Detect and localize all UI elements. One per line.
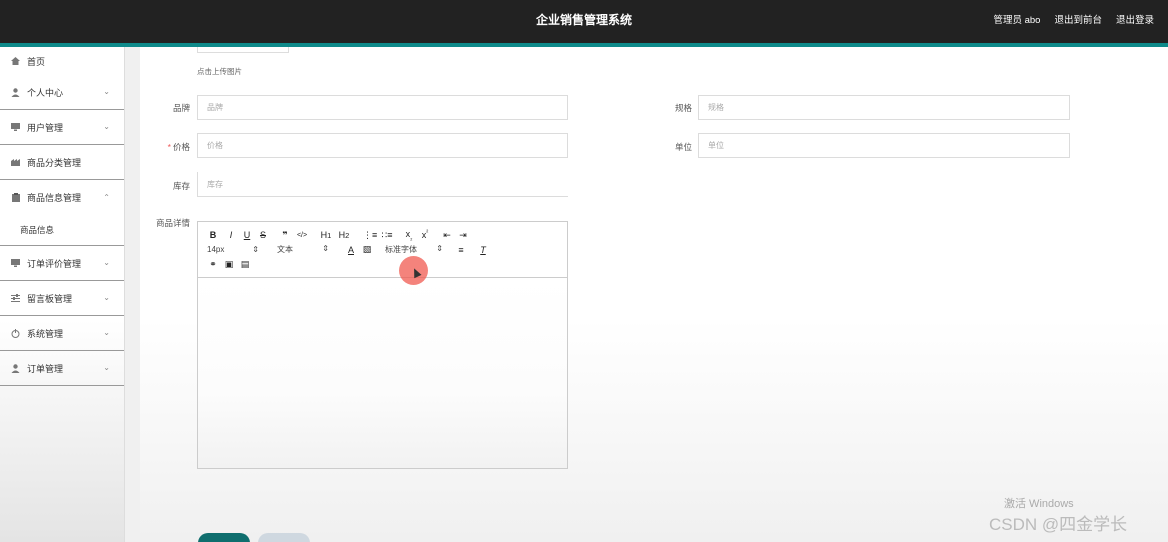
back-to-front-link[interactable]: 退出到前台 xyxy=(1054,12,1102,26)
sidebar-item-label: 订单管理 xyxy=(27,363,64,374)
italic-icon[interactable]: I xyxy=(225,230,237,240)
subscript-icon[interactable]: x₂ xyxy=(403,229,415,242)
unit-label: 单位 xyxy=(674,142,692,152)
font-color-icon[interactable]: A xyxy=(345,245,357,255)
details-label: 商品详情 xyxy=(155,218,190,228)
required-mark: * xyxy=(167,142,171,152)
sidebar-item-users[interactable]: 用户管理 ⌄ xyxy=(0,110,124,145)
sidebar-item-order-review[interactable]: 订单评价管理 ⌄ xyxy=(0,246,124,281)
sidebar-item-label: 商品信息管理 xyxy=(27,193,82,203)
image-icon[interactable]: ▣ xyxy=(223,259,235,270)
chevron-down-icon: ⌄ xyxy=(103,122,110,132)
background-color-icon[interactable]: ▧ xyxy=(361,244,373,255)
editor-body[interactable] xyxy=(198,278,567,468)
superscript-icon[interactable]: x² xyxy=(419,230,431,240)
chevron-down-icon: ⌄ xyxy=(103,293,110,303)
csdn-watermark: CSDN @四金学长 xyxy=(989,515,1128,534)
home-icon xyxy=(10,57,21,66)
editor-toolbar: B I U S ❞ </> H1 H2 ⋮≡ ∷≡ x₂ x² ⇤ ⇥ 14px… xyxy=(198,222,567,278)
logout-link[interactable]: 退出登录 xyxy=(1116,12,1154,26)
stock-input[interactable]: 库存 xyxy=(197,172,568,197)
sidebar: 首页 个人中心 ⌄ 用户管理 ⌄ 商品分类管理 商品信息管理 ⌃ 商品信息 订单… xyxy=(0,47,125,542)
spec-label: 规格 xyxy=(674,103,692,113)
sidebar-item-label: 订单评价管理 xyxy=(27,258,82,269)
heading-1-icon[interactable]: H1 xyxy=(319,230,333,240)
price-label: * 价格 xyxy=(140,141,190,153)
ordered-list-icon[interactable]: ⋮≡ xyxy=(363,230,377,241)
main-content: 点击上传图片 品牌 品牌 规格 规格 * 价格 价格 单位 单位 库存 库存 商品… xyxy=(140,47,1168,542)
upload-hint: 点击上传图片 xyxy=(197,67,242,76)
monitor-icon xyxy=(10,259,21,268)
user-actions: 管理员 abo 退出到前台 退出登录 xyxy=(993,12,1154,26)
sidebar-item-label: 用户管理 xyxy=(27,122,64,133)
cancel-button[interactable] xyxy=(258,533,310,542)
clear-format-icon[interactable]: T xyxy=(477,245,489,255)
heading-2-icon[interactable]: H2 xyxy=(337,230,351,240)
select-arrow-icon: ⇕ xyxy=(436,244,443,253)
chevron-down-icon: ⌄ xyxy=(103,87,110,97)
font-size-value: 14px xyxy=(207,245,225,254)
monitor-icon xyxy=(10,123,21,132)
chevron-down-icon: ⌄ xyxy=(103,328,110,338)
chevron-down-icon: ⌄ xyxy=(103,363,110,373)
sidebar-item-product-info[interactable]: 商品信息管理 ⌃ xyxy=(0,180,124,215)
rich-text-editor: B I U S ❞ </> H1 H2 ⋮≡ ∷≡ x₂ x² ⇤ ⇥ 14px… xyxy=(197,221,568,469)
outdent-icon[interactable]: ⇤ xyxy=(441,230,453,241)
video-icon[interactable]: ▤ xyxy=(239,259,251,270)
sidebar-item-system[interactable]: 系统管理 ⌄ xyxy=(0,316,124,351)
price-label-text: 价格 xyxy=(172,142,190,152)
windows-activation-watermark: 激活 Windows xyxy=(1004,498,1074,510)
sidebar-item-label: 系统管理 xyxy=(27,328,64,339)
chevron-up-icon: ⌃ xyxy=(103,192,110,202)
unit-input[interactable]: 单位 xyxy=(698,133,1070,158)
sidebar-item-category[interactable]: 商品分类管理 xyxy=(0,145,124,180)
user-label: 管理员 abo xyxy=(993,15,1041,26)
brand-input[interactable]: 品牌 xyxy=(197,95,568,120)
submit-button[interactable] xyxy=(198,533,250,542)
sliders-icon xyxy=(10,294,21,303)
underline-icon[interactable]: U xyxy=(241,230,253,240)
stock-label: 库存 xyxy=(172,181,190,191)
person-icon xyxy=(10,363,21,373)
code-block-icon[interactable]: </> xyxy=(295,232,309,239)
spec-input[interactable]: 规格 xyxy=(698,95,1070,120)
font-family-value: 标准字体 xyxy=(385,245,417,254)
image-upload-box[interactable] xyxy=(197,47,289,53)
clipboard-icon xyxy=(10,193,21,202)
sidebar-item-label: 个人中心 xyxy=(27,87,64,98)
bold-icon[interactable]: B xyxy=(207,230,219,240)
brand-label: 品牌 xyxy=(172,103,190,113)
header-select[interactable]: 文本 ⇕ xyxy=(277,244,329,255)
sidebar-item-orders[interactable]: 订单管理 ⌄ xyxy=(0,351,124,386)
price-input[interactable]: 价格 xyxy=(197,133,568,158)
font-size-select[interactable]: 14px ⇕ xyxy=(207,245,259,254)
indent-icon[interactable]: ⇥ xyxy=(457,230,469,241)
link-icon[interactable]: ⚭ xyxy=(207,259,219,270)
top-bar: 企业销售管理系统 管理员 abo 退出到前台 退出登录 xyxy=(0,0,1168,43)
select-arrow-icon: ⇕ xyxy=(252,245,259,254)
bullet-list-icon[interactable]: ∷≡ xyxy=(381,230,393,241)
blockquote-icon[interactable]: ❞ xyxy=(279,230,291,241)
sidebar-item-label: 首页 xyxy=(27,56,46,67)
select-arrow-icon: ⇕ xyxy=(322,244,329,253)
sidebar-item-profile[interactable]: 个人中心 ⌄ xyxy=(0,75,124,110)
power-icon xyxy=(10,328,21,338)
sidebar-item-label: 留言板管理 xyxy=(27,293,73,304)
chevron-down-icon: ⌄ xyxy=(103,258,110,268)
align-icon[interactable]: ≡ xyxy=(455,245,467,255)
sidebar-item-label: 商品分类管理 xyxy=(27,157,82,168)
sidebar-item-home[interactable]: 首页 xyxy=(0,47,124,75)
strikethrough-icon[interactable]: S xyxy=(257,230,269,240)
sidebar-item-message-board[interactable]: 留言板管理 ⌄ xyxy=(0,281,124,316)
font-family-select[interactable]: 标准字体 ⇕ xyxy=(385,244,443,255)
person-icon xyxy=(10,87,21,97)
sidebar-subitem-product-info[interactable]: 商品信息 xyxy=(0,215,124,246)
factory-icon xyxy=(10,158,21,167)
header-select-value: 文本 xyxy=(277,245,293,254)
